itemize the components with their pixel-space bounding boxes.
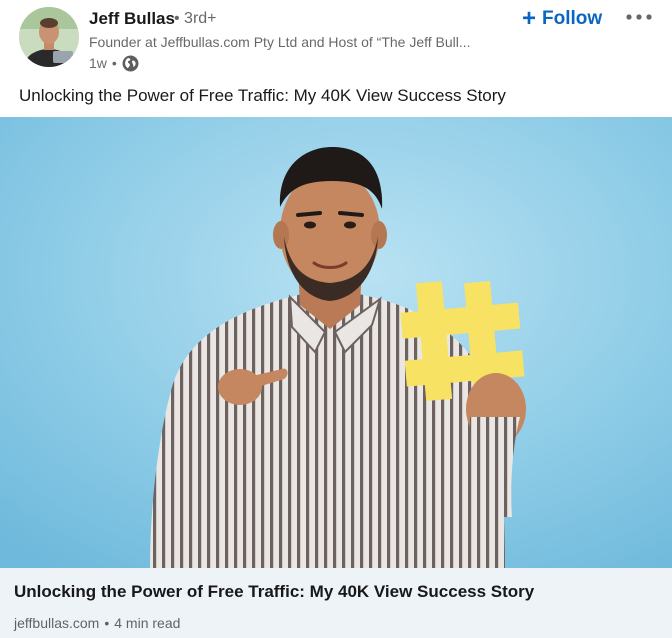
- actor-avatar[interactable]: [19, 7, 79, 67]
- meta-separator: •: [111, 55, 117, 71]
- post-meta: 1w •: [89, 53, 139, 73]
- follow-button[interactable]: + Follow: [516, 4, 608, 34]
- article-meta: jeffbullas.com • 4 min read: [14, 615, 180, 631]
- actor-name[interactable]: Jeff Bullas: [89, 9, 175, 29]
- post-commentary: Unlocking the Power of Free Traffic: My …: [19, 86, 506, 105]
- article-meta-separator: •: [104, 615, 110, 631]
- more-options-button[interactable]: [619, 4, 659, 30]
- feed-post: Jeff Bullas • 3rd+ Founder at Jeffbullas…: [0, 0, 672, 638]
- post-time: 1w: [89, 55, 107, 71]
- actor-description: Founder at Jeffbullas.com Pty Ltd and Ho…: [89, 34, 471, 50]
- avatar-photo: [19, 7, 79, 67]
- ellipsis-icon: [626, 14, 652, 20]
- article-photo: [0, 117, 672, 568]
- article-source: jeffbullas.com: [14, 615, 100, 631]
- follow-label: Follow: [542, 8, 603, 29]
- article-title[interactable]: Unlocking the Power of Free Traffic: My …: [14, 582, 534, 602]
- connection-degree: • 3rd+: [174, 10, 217, 27]
- globe-icon: [122, 55, 139, 72]
- article-read-time: 4 min read: [114, 615, 181, 631]
- plus-icon: +: [522, 5, 537, 32]
- article-image[interactable]: [0, 117, 672, 568]
- article-link-card[interactable]: Unlocking the Power of Free Traffic: My …: [0, 568, 672, 638]
